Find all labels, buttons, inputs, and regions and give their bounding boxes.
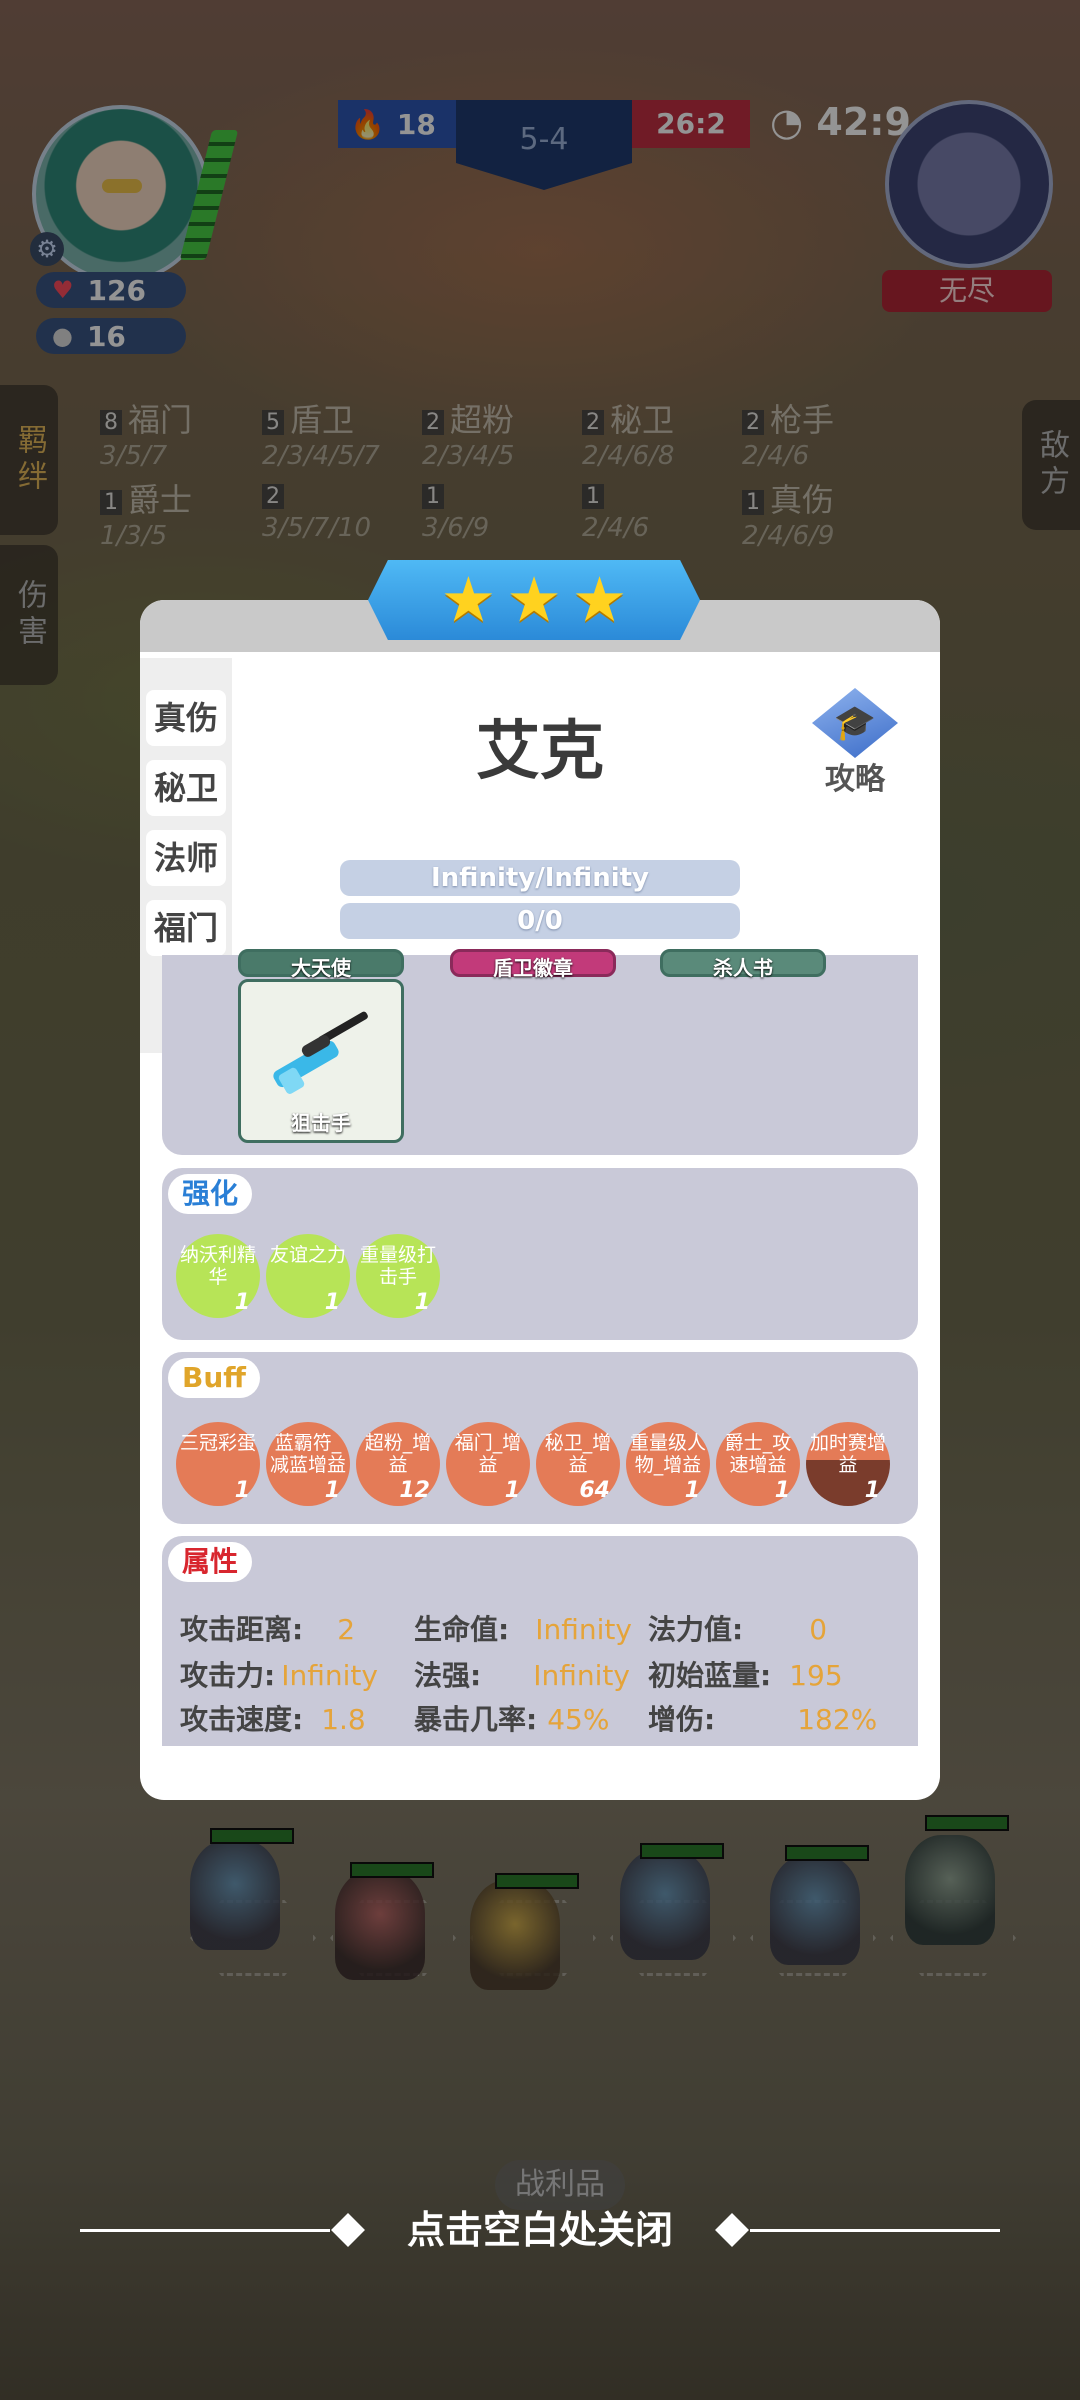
- enhance-item[interactable]: 重量级打击手 1: [356, 1234, 440, 1318]
- trait-tab[interactable]: 福门: [146, 900, 226, 956]
- attribute-panel: 属性 攻击距离: 2 生命值: Infinity 法力值: 0 攻击力: Infinit…: [162, 1536, 918, 1746]
- buff-item[interactable]: 三冠彩蛋 1: [176, 1422, 260, 1506]
- attr-attack-speed: 攻击速度: 1.8: [180, 1703, 366, 1736]
- attr-hp: 生命值: Infinity: [414, 1613, 632, 1646]
- buff-title: Buff: [168, 1358, 260, 1398]
- equipment-slot[interactable]: 杀人书: [660, 949, 826, 980]
- close-hint-text: 点击空白处关闭: [406, 2208, 673, 2252]
- attr-damage-amp: 增伤: 182%: [648, 1703, 878, 1736]
- star-icon: ★: [506, 563, 562, 636]
- star-icon: ★: [571, 563, 628, 636]
- hero-hp-bar: Infinity/Infinity: [340, 860, 740, 896]
- enhance-item[interactable]: 纳沃利精华 1: [176, 1234, 260, 1318]
- equipment-slot[interactable]: 狙击手: [238, 979, 404, 1143]
- buff-item[interactable]: 重量级人物_增益 1: [626, 1422, 710, 1506]
- equipment-slot[interactable]: 大天使: [238, 949, 404, 980]
- enhance-title: 强化: [168, 1174, 253, 1214]
- buff-item[interactable]: 蓝霸符_减蓝增益 1: [266, 1422, 350, 1506]
- trait-tab[interactable]: 法师: [146, 830, 226, 886]
- buff-item[interactable]: 爵士_攻速增益 1: [716, 1422, 800, 1506]
- graduation-cap-icon: 🎓: [812, 688, 898, 758]
- attr-range: 攻击距离: 2: [180, 1613, 356, 1646]
- buff-item[interactable]: 加时赛增益 1: [806, 1422, 890, 1506]
- attr-ap: 法强: Infinity: [414, 1659, 630, 1692]
- close-hint[interactable]: 点击空白处关闭: [0, 2200, 1080, 2260]
- attribute-title: 属性: [168, 1542, 253, 1582]
- buff-panel: Buff 三冠彩蛋 1 蓝霸符_减蓝增益 1 超粉_增益 12 福门_增益 1 秘卫_增…: [162, 1352, 918, 1524]
- hero-detail-modal: ★ ★ ★ 真伤 秘卫 法师 福门 艾克 🎓 攻略 Infinity/Infin…: [140, 560, 940, 1800]
- attr-init-mana: 初始蓝量: 195: [648, 1659, 843, 1692]
- enhance-item[interactable]: 友谊之力 1: [266, 1234, 350, 1318]
- star-banner: ★ ★ ★: [368, 560, 700, 640]
- hero-mana-bar: 0/0: [340, 903, 740, 939]
- attr-atk: 攻击力: Infinity: [180, 1659, 378, 1692]
- equipment-panel: 大天使 盾卫徽章 杀人书 狙击手: [162, 949, 918, 1155]
- attr-crit: 暴击几率: 45%: [414, 1703, 610, 1736]
- attr-mana: 法力值: 0: [648, 1613, 828, 1646]
- star-icon: ★: [440, 563, 497, 636]
- buff-item[interactable]: 秘卫_增益 64: [536, 1422, 620, 1506]
- strategy-button[interactable]: 🎓 攻略: [805, 688, 905, 798]
- enhance-panel: 强化 纳沃利精华 1 友谊之力 1 重量级打击手 1: [162, 1168, 918, 1340]
- equipment-slot[interactable]: 盾卫徽章: [450, 949, 616, 980]
- strategy-label: 攻略: [825, 762, 885, 797]
- buff-item[interactable]: 福门_增益 1: [446, 1422, 530, 1506]
- sniper-rifle-icon: [273, 1011, 368, 1094]
- buff-item[interactable]: 超粉_增益 12: [356, 1422, 440, 1506]
